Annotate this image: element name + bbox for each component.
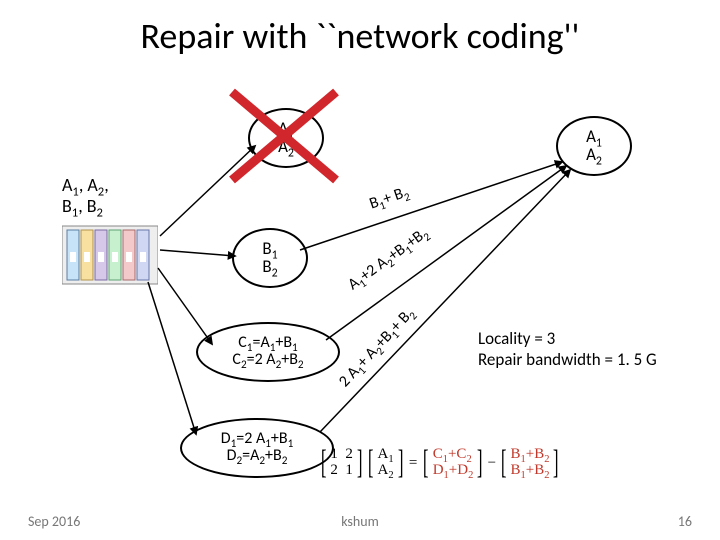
locality-line2: Repair bandwidth = 1. 5 G [478,349,657,370]
node-A-new: A1 A2 [556,116,632,176]
slide-title: Repair with ``network coding'' [0,14,720,58]
edge-label-c: A1+2 A2+B1+B2 [344,223,431,294]
footer-page: 16 [678,513,692,530]
node-A-line2: A2 [278,138,294,156]
node-D-line2: D2=A2+B2 [227,448,288,465]
node-B: B1 B2 [232,228,308,288]
node-Anew-line2: A2 [586,146,602,164]
node-C-line2: C2=2 A2+B2 [232,352,303,369]
source-label: A1, A2,B1, B2 [62,175,109,216]
node-C: C1=A1+B1 C2=2 A2+B2 [196,322,340,382]
locality-text: Locality = 3 Repair bandwidth = 1. 5 G [478,328,657,371]
footer-date: Sep 2016 [28,513,80,530]
edge-label-b: B1+ B2 [367,182,411,213]
locality-line1: Locality = 3 [478,328,657,349]
matrix-equation: [ 1 22 1 ] [ A1A2 ] = [ C1+C2D1+D2 ] − [… [318,438,666,488]
server-icon [62,222,158,288]
node-A: A1 A2 [248,108,324,168]
footer-author: kshum [341,513,379,530]
node-B-line2: B2 [262,258,277,276]
edge-label-d: 2 A1+ A2+B1+ B2 [335,304,418,391]
node-D: D1=2 A1+B1 D2=A2+B2 [180,418,334,478]
